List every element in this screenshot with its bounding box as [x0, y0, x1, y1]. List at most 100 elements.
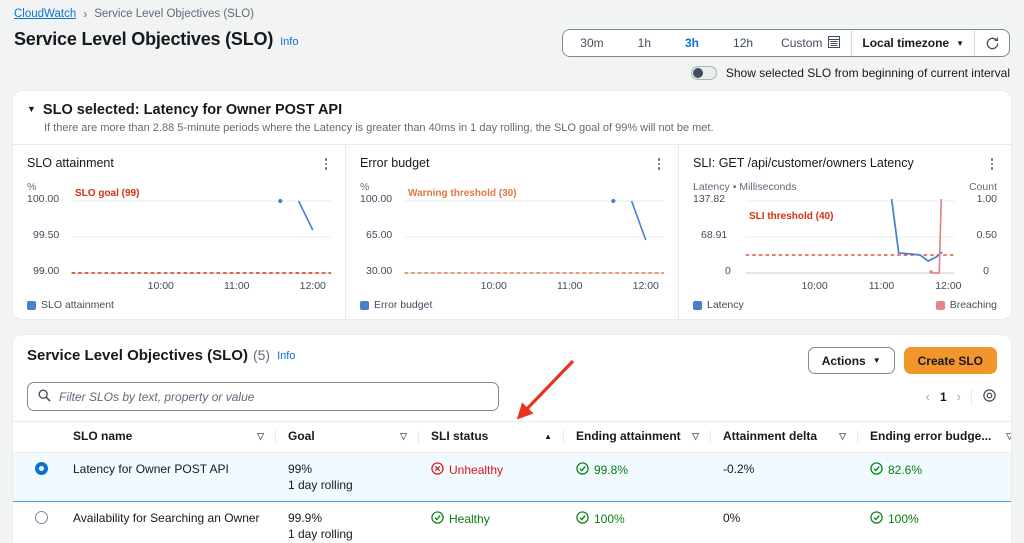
slo-table-title: Service Level Objectives (SLO)	[27, 347, 248, 364]
chart-options-menu-icon-2[interactable]	[652, 156, 666, 172]
legend-swatch-icon	[27, 300, 36, 310]
slo-selected-header: ▼ SLO selected: Latency for Owner POST A…	[13, 91, 1011, 118]
col-label-sli-status: SLI status	[431, 429, 489, 443]
chart-options-menu-icon-3[interactable]	[985, 156, 999, 172]
pagination: ‹ 1 ›	[926, 387, 997, 406]
sort-icon-goal[interactable]: ▽	[400, 431, 407, 442]
ytick-bottom: 99.00	[33, 265, 60, 277]
slo-table-count: (5)	[252, 347, 271, 363]
row-radio-selected[interactable]	[35, 462, 48, 475]
breadcrumb-current: Service Level Objectives (SLO)	[94, 8, 255, 20]
col-label-ending-error-budget: Ending error budge...	[870, 429, 992, 443]
ytick-right-bottom: 0	[983, 265, 989, 277]
ytick-mid-2: 65.00	[366, 229, 393, 241]
legend-item-error-budget[interactable]: Error budget	[360, 299, 432, 311]
chart-xaxis-labels-3: 10:00 11:00 12:00	[693, 280, 997, 293]
legend-item-slo-attainment[interactable]: SLO attainment	[27, 299, 114, 311]
page-info-link[interactable]: Info	[280, 36, 298, 48]
actions-button[interactable]: Actions ▼	[807, 347, 895, 374]
ytick-top: 100.00	[27, 193, 60, 205]
chart-plot-error-budget: Warning threshold (30) 100.00 65.00 30.0…	[360, 188, 664, 277]
table-row[interactable]: Latency for Owner POST API 99% 1 day rol…	[13, 452, 1011, 502]
sort-icon-ending-attainment[interactable]: ▽	[692, 431, 699, 442]
chart-left-axis-caption: %	[27, 181, 37, 193]
search-placeholder: Filter SLOs by text, property or value	[59, 389, 255, 404]
legend-item-latency[interactable]: Latency	[693, 299, 744, 311]
chart-title-sli: SLI: GET /api/customer/owners Latency	[693, 156, 914, 170]
time-range-3h[interactable]: 3h	[668, 30, 717, 56]
table-header-sli-status[interactable]: SLI status ▲	[419, 421, 564, 453]
legend-swatch-icon-2	[360, 300, 369, 310]
show-from-interval-toggle-row[interactable]: Show selected SLO from beginning of curr…	[690, 66, 1010, 80]
toggle-knob	[692, 68, 703, 78]
col-label-attainment-delta: Attainment delta	[723, 429, 818, 443]
page-title: Service Level Objectives (SLO)	[14, 29, 274, 49]
pagination-page-1[interactable]: 1	[940, 390, 947, 404]
chart-card-sli: SLI: GET /api/customer/owners Latency La…	[678, 145, 1011, 319]
sli-status-sort-indicator[interactable]: ▲	[544, 432, 552, 441]
slo-table: SLO name ▽ Goal ▽ SLI status ▲ Ending attai…	[13, 421, 1011, 543]
goal-value: 99%	[288, 462, 313, 476]
pagination-next[interactable]: ›	[957, 389, 961, 404]
chart-legend-error-budget: Error budget	[360, 299, 664, 311]
row-select-cell-2[interactable]	[13, 501, 61, 543]
table-header-slo-name[interactable]: SLO name ▽	[61, 421, 276, 453]
pagination-prev[interactable]: ‹	[926, 389, 930, 404]
chart-left-axis-caption-3: Latency • Milliseconds	[693, 181, 797, 193]
collapse-caret-icon[interactable]: ▼	[27, 104, 36, 114]
table-header-ending-attainment[interactable]: Ending attainment ▽	[564, 421, 711, 453]
table-header-ending-error-budget[interactable]: Ending error budge... ▽	[858, 421, 1011, 453]
ytick-right-mid: 0.50	[976, 229, 997, 241]
refresh-button[interactable]	[975, 30, 1009, 56]
page-header: Service Level Objectives (SLO) Info 30m …	[0, 21, 1024, 80]
time-range-30m[interactable]: 30m	[563, 30, 621, 56]
chart-options-menu-icon[interactable]	[319, 156, 333, 172]
slo-table-header: Service Level Objectives (SLO) (5) Info …	[13, 335, 1011, 374]
time-range-selector[interactable]: 30m 1h 3h 12h Custom Local timezone ▼	[562, 29, 1010, 57]
cell-ending-error-budget-2: 100%	[858, 501, 1011, 543]
cell-attainment-delta-2: 0%	[711, 501, 858, 543]
timezone-label: Local timezone	[862, 36, 950, 50]
create-slo-button[interactable]: Create SLO	[903, 347, 997, 374]
status-badge-unhealthy: Unhealthy	[431, 462, 503, 478]
cell-slo-name-2: Availability for Searching an Owner	[61, 501, 276, 543]
chart-xaxis-labels: 10:00 11:00 12:00	[27, 280, 331, 293]
ending-attainment-text-2: 100%	[594, 512, 625, 526]
time-range-1h[interactable]: 1h	[620, 30, 668, 56]
sort-icon-ending-error-budget[interactable]: ▽	[1006, 431, 1011, 442]
chart-plot-slo-attainment: SLO goal (99) 100.00 99.50 99.00	[27, 188, 331, 277]
table-header-goal[interactable]: Goal ▽	[276, 421, 419, 453]
legend-label: SLO attainment	[41, 299, 114, 311]
check-circle-icon	[576, 462, 589, 478]
legend-label-4: Breaching	[949, 299, 997, 311]
check-circle-icon-4	[576, 511, 589, 527]
sort-icon-attainment-delta[interactable]: ▽	[839, 431, 846, 442]
row-select-cell[interactable]	[13, 452, 61, 502]
refresh-icon	[986, 37, 998, 49]
timezone-selector[interactable]: Local timezone ▼	[852, 30, 974, 56]
col-label-ending-attainment: Ending attainment	[576, 429, 681, 443]
xtick-1100-2: 11:00	[557, 280, 583, 292]
search-input[interactable]: Filter SLOs by text, property or value	[27, 382, 499, 411]
sort-icon-slo-name[interactable]: ▽	[257, 431, 264, 442]
legend-item-breaching[interactable]: Breaching	[935, 299, 997, 311]
gear-icon[interactable]	[982, 388, 997, 406]
breadcrumb-link-cloudwatch[interactable]: CloudWatch	[14, 8, 76, 20]
time-range-custom[interactable]: Custom	[770, 30, 851, 56]
chart-xaxis-labels-2: 10:00 11:00 12:00	[360, 280, 664, 293]
xtick-1100: 11:00	[224, 280, 250, 292]
table-row[interactable]: Availability for Searching an Owner 99.9…	[13, 501, 1011, 543]
legend-label-3: Latency	[707, 299, 744, 311]
slo-table-info-link[interactable]: Info	[277, 350, 295, 362]
cell-attainment-delta: -0.2%	[711, 452, 858, 502]
actions-label: Actions	[821, 353, 866, 368]
chart-title-error-budget: Error budget	[360, 156, 430, 170]
ytick-bottom-3: 0	[725, 265, 731, 277]
time-range-12h[interactable]: 12h	[716, 30, 771, 56]
table-header-attainment-delta[interactable]: Attainment delta ▽	[711, 421, 858, 453]
breadcrumb-separator-icon: ›	[83, 7, 88, 21]
row-radio[interactable]	[35, 511, 48, 524]
goal-value-2: 99.9%	[288, 511, 323, 525]
ytick-bottom-2: 30.00	[366, 265, 393, 277]
show-from-interval-toggle[interactable]	[690, 66, 717, 80]
